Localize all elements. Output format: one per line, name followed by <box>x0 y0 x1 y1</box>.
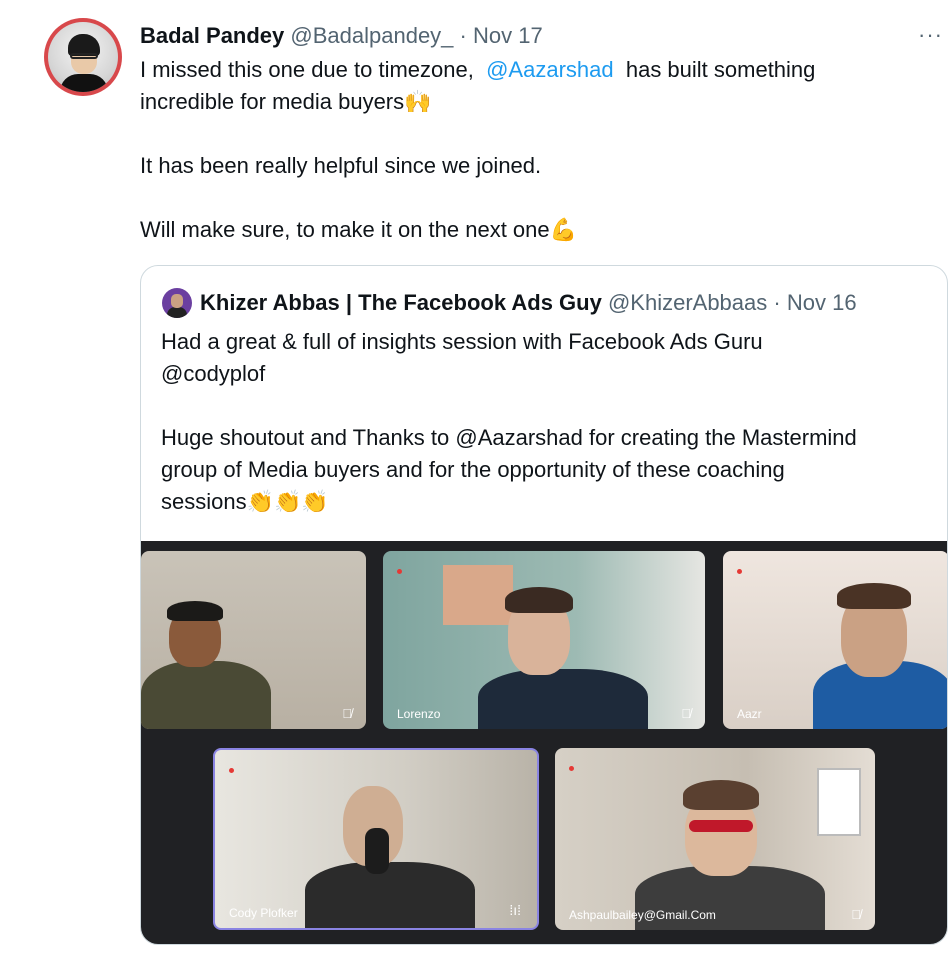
quoted-author-avatar[interactable] <box>162 288 192 318</box>
tweet-text-line: incredible for media buyers🙌 <box>140 86 432 118</box>
tweet-text-line: Will make sure, to make it on the next o… <box>140 214 577 246</box>
video-tile: Lorenzo 🎙̸ <box>383 551 705 729</box>
clapping-hands-emoji: 👏👏👏 <box>246 489 329 514</box>
flexed-biceps-emoji: 💪 <box>549 217 578 242</box>
mic-off-icon: 🎙̸ <box>681 706 691 721</box>
mic-off-icon: 🎙̸ <box>342 706 352 721</box>
video-tile: Aazr <box>723 551 947 729</box>
video-tile: 🎙̸ <box>141 551 366 729</box>
recording-dot <box>397 569 402 574</box>
video-tile-active-speaker: Cody Plofker ⁞ı⁞ <box>213 748 539 930</box>
tweet-text-line: I missed this one due to timezone, @Aaza… <box>140 54 815 86</box>
mention-link[interactable]: @Aazarshad <box>486 57 614 82</box>
quoted-tweet-date[interactable]: Nov 16 <box>787 290 857 315</box>
quoted-text-line: @codyplof <box>161 361 266 386</box>
tweet-text: has built something <box>625 57 816 82</box>
header-separator: · <box>773 290 781 315</box>
quoted-text-line: sessions👏👏👏 <box>161 486 329 518</box>
tweet-date[interactable]: Nov 17 <box>473 23 543 48</box>
mic-off-icon: 🎙̸ <box>851 907 861 922</box>
recording-dot <box>569 766 574 771</box>
tweet-text: I missed this one due to timezone, <box>140 57 474 82</box>
tweet-text: incredible for media buyers <box>140 89 405 114</box>
raised-hands-emoji: 🙌 <box>404 89 432 114</box>
participant-name: Ashpaulbailey@Gmail.Com <box>569 908 716 922</box>
quoted-text-line: Had a great & full of insights session w… <box>161 329 763 354</box>
participant-name: Cody Plofker <box>229 906 298 920</box>
quoted-author-name[interactable]: Khizer Abbas | The Facebook Ads Guy <box>200 290 602 315</box>
video-call-screenshot[interactable]: 🎙̸ Lorenzo 🎙̸ Aazr Cody Plofker ⁞ı⁞ Ashp… <box>141 541 947 944</box>
tweet-text-line: It has been really helpful since we join… <box>140 153 542 178</box>
participant-name: Aazr <box>737 707 762 721</box>
author-handle[interactable]: @Badalpandey_ <box>290 23 453 48</box>
header-separator: · <box>459 23 467 48</box>
quoted-text: sessions <box>161 489 247 514</box>
tweet-header: Badal Pandey @Badalpandey_ · Nov 17 <box>140 22 543 50</box>
video-tile: Ashpaulbailey@Gmail.Com 🎙̸ <box>555 748 875 930</box>
more-dots-icon[interactable]: ··· <box>918 22 943 48</box>
audio-wave-icon: ⁞ı⁞ <box>509 902 521 918</box>
participant-name: Lorenzo <box>397 707 441 721</box>
quoted-author-handle[interactable]: @KhizerAbbaas <box>608 290 767 315</box>
recording-dot <box>229 768 234 773</box>
author-name[interactable]: Badal Pandey <box>140 23 284 48</box>
author-avatar[interactable] <box>44 18 122 96</box>
quoted-tweet-header: Khizer Abbas | The Facebook Ads Guy @Khi… <box>200 288 857 318</box>
quoted-text-line: Huge shoutout and Thanks to @Aazarshad f… <box>161 425 857 450</box>
quoted-text-line: group of Media buyers and for the opport… <box>161 457 785 482</box>
recording-dot <box>737 569 742 574</box>
quoted-tweet[interactable]: Khizer Abbas | The Facebook Ads Guy @Khi… <box>140 265 948 945</box>
tweet[interactable]: Badal Pandey @Badalpandey_ · Nov 17 ··· … <box>0 0 950 964</box>
tweet-text: Will make sure, to make it on the next o… <box>140 217 550 242</box>
